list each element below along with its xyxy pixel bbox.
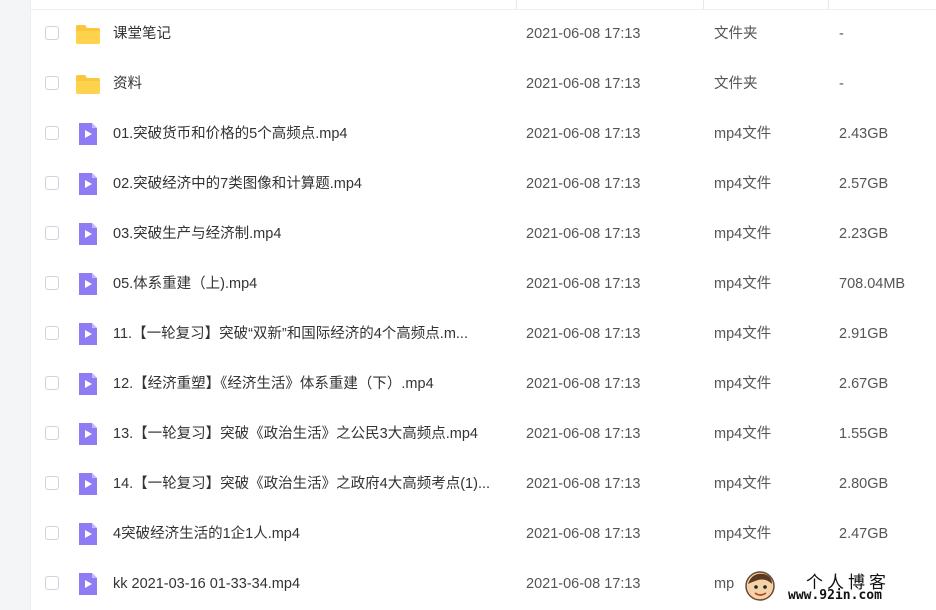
file-row[interactable]: 13.【一轮复习】突破《政治生活》之公民3大高频点.mp4 2021-06-08 … [31,409,936,459]
file-size: 2.47GB [839,526,889,542]
file-list: 课堂笔记 2021-06-08 17:13 文件夹 - 资料 2021-06-08 17:… [31,0,936,610]
modified-date: 2021-06-08 17:13 [526,26,641,42]
file-size: - [839,76,844,92]
file-name[interactable]: 课堂笔记 [113,24,513,44]
file-type: mp4文件 [714,126,772,142]
sidebar-edge [0,0,31,610]
file-row[interactable]: 11.【一轮复习】突破“双新”和国际经济的4个高频点.m... 2021-06-0… [31,309,936,359]
video-file-icon [75,473,101,495]
file-name[interactable]: 03.突破生产与经济制.mp4 [113,224,513,244]
file-type: mp4文件 [714,376,772,392]
file-size: 2.57GB [839,176,889,192]
file-row[interactable]: 05.体系重建（上).mp4 2021-06-08 17:13 mp4文件 708.0… [31,259,936,309]
row-checkbox[interactable] [45,526,59,540]
file-name[interactable]: kk 2021-03-16 01-33-34.mp4 [113,574,513,594]
column-divider [703,0,704,9]
video-file-icon [75,373,101,395]
row-checkbox[interactable] [45,326,59,340]
file-size: - [839,26,844,42]
video-file-icon [75,223,101,245]
folder-icon [75,23,101,45]
file-name[interactable]: 14.【一轮复习】突破《政治生活》之政府4大高频考点(1)... [113,474,513,494]
modified-date: 2021-06-08 17:13 [526,526,641,542]
file-type: mp4文件 [714,526,772,542]
modified-date: 2021-06-08 17:13 [526,576,641,592]
file-name[interactable]: 02.突破经济中的7类图像和计算题.mp4 [113,174,513,194]
row-checkbox[interactable] [45,376,59,390]
file-name[interactable]: 11.【一轮复习】突破“双新”和国际经济的4个高频点.m... [113,324,513,344]
modified-date: 2021-06-08 17:13 [526,226,641,242]
file-name[interactable]: 05.体系重建（上).mp4 [113,274,513,294]
modified-date: 2021-06-08 17:13 [526,426,641,442]
file-type: mp4文件 [714,226,772,242]
modified-date: 2021-06-08 17:13 [526,376,641,392]
row-checkbox[interactable] [45,226,59,240]
file-name[interactable]: 01.突破货币和价格的5个高频点.mp4 [113,124,513,144]
file-type: mp4文件 [714,326,772,342]
row-checkbox[interactable] [45,476,59,490]
file-row[interactable]: 01.突破货币和价格的5个高频点.mp4 2021-06-08 17:13 mp4文… [31,109,936,159]
video-file-icon [75,323,101,345]
file-type: mp4文件 [714,426,772,442]
file-row[interactable]: 03.突破生产与经济制.mp4 2021-06-08 17:13 mp4文件 2.23… [31,209,936,259]
file-type: mp4文件 [714,476,772,492]
modified-date: 2021-06-08 17:13 [526,176,641,192]
file-type: mp [714,576,735,592]
row-checkbox[interactable] [45,576,59,590]
row-checkbox[interactable] [45,126,59,140]
file-row[interactable]: 4突破经济生活的1企1人.mp4 2021-06-08 17:13 mp4文件 2.4… [31,509,936,559]
file-name[interactable]: 资料 [113,74,513,94]
row-checkbox[interactable] [45,426,59,440]
video-file-icon [75,173,101,195]
file-row[interactable]: 02.突破经济中的7类图像和计算题.mp4 2021-06-08 17:13 mp4… [31,159,936,209]
file-name[interactable]: 4突破经济生活的1企1人.mp4 [113,524,513,544]
modified-date: 2021-06-08 17:13 [526,126,641,142]
file-size: 708.04MB [839,276,906,292]
file-row[interactable]: 资料 2021-06-08 17:13 文件夹 - [31,59,936,109]
file-type: 文件夹 [714,26,758,42]
modified-date: 2021-06-08 17:13 [526,326,641,342]
file-rows: 课堂笔记 2021-06-08 17:13 文件夹 - 资料 2021-06-08 17:… [31,9,936,609]
watermark-url: www.92in.com [788,588,882,603]
file-name[interactable]: 12.【经济重塑】《经济生活》体系重建（下）.mp4 [113,374,513,394]
row-checkbox[interactable] [45,76,59,90]
file-size: 2.91GB [839,326,889,342]
modified-date: 2021-06-08 17:13 [526,476,641,492]
watermark: 个人博客 www.92in.com [738,566,932,606]
row-checkbox[interactable] [45,176,59,190]
modified-date: 2021-06-08 17:13 [526,276,641,292]
file-row[interactable]: 14.【一轮复习】突破《政治生活》之政府4大高频考点(1)... 2021-06-… [31,459,936,509]
modified-date: 2021-06-08 17:13 [526,76,641,92]
video-file-icon [75,523,101,545]
file-name[interactable]: 13.【一轮复习】突破《政治生活》之公民3大高频点.mp4 [113,424,513,444]
folder-icon [75,73,101,95]
file-size: 1.55GB [839,426,889,442]
cartoon-avatar-logo [744,570,776,602]
column-divider [828,0,829,9]
video-file-icon [75,273,101,295]
file-size: 2.67GB [839,376,889,392]
video-file-icon [75,123,101,145]
video-file-icon [75,423,101,445]
row-checkbox[interactable] [45,276,59,290]
file-size: 2.23GB [839,226,889,242]
video-file-icon [75,573,101,595]
file-type: mp4文件 [714,276,772,292]
file-type: 文件夹 [714,76,758,92]
file-type: mp4文件 [714,176,772,192]
file-size: 2.43GB [839,126,889,142]
file-size: 2.80GB [839,476,889,492]
file-row[interactable]: 课堂笔记 2021-06-08 17:13 文件夹 - [31,9,936,59]
row-checkbox[interactable] [45,26,59,40]
column-divider [516,0,517,9]
file-row[interactable]: 12.【经济重塑】《经济生活》体系重建（下）.mp4 2021-06-08 17:… [31,359,936,409]
